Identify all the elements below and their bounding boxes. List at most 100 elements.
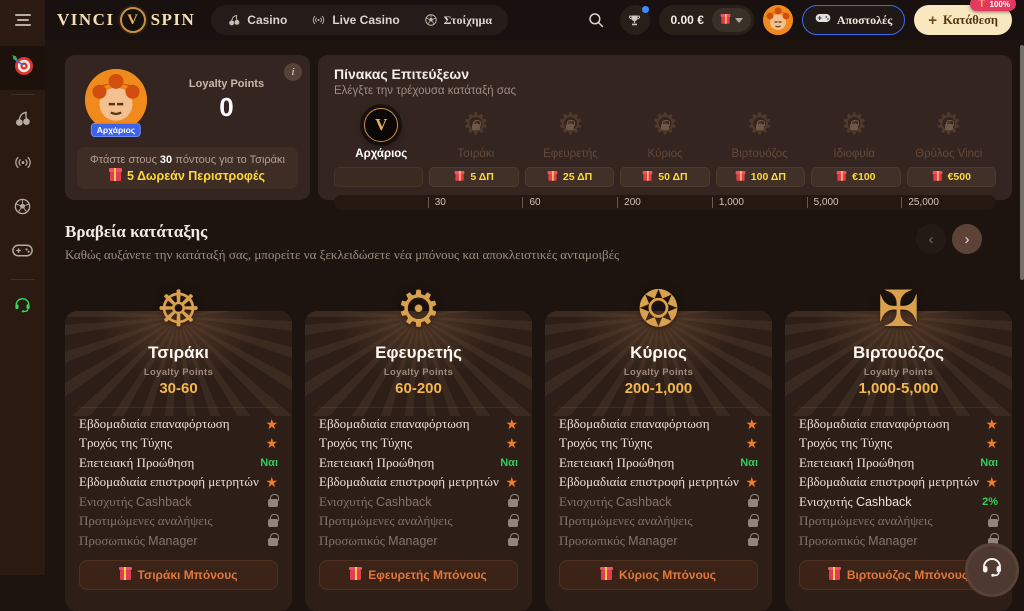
bonus-balance-dropdown[interactable] — [712, 8, 751, 32]
page-scrollbar[interactable] — [1020, 45, 1024, 280]
benefit-label: Εβδομαδιαία επαναφόρτωση — [79, 416, 230, 432]
benefit-row: Εβδομαδιαία επιστροφή μετρητών ★ — [79, 473, 278, 493]
benefit-list: Εβδομαδιαία επαναφόρτωση ★ Τροχός της Τύ… — [305, 414, 532, 551]
benefit-value: ★ — [745, 417, 758, 431]
rank-icon: V ⚙ — [557, 105, 584, 145]
benefit-label: Τροχός της Τύχης — [799, 435, 892, 451]
benefit-row: Ενισχυτής Cashback — [319, 492, 518, 512]
benefit-row: Ενισχυτής Cashback — [79, 492, 278, 512]
benefit-row: Επετειακή Προώθηση Ναι — [79, 453, 278, 473]
benefit-value: Ναι — [980, 457, 998, 469]
star-medal-icon: ✠ — [878, 280, 920, 338]
benefit-value: ★ — [745, 436, 758, 450]
benefit-list: Εβδομαδιαία επαναφόρτωση ★ Τροχός της Τύ… — [545, 414, 772, 551]
gift-icon — [933, 173, 941, 181]
benefit-row: Εβδομαδιαία επιστροφή μετρητών ★ — [559, 473, 758, 493]
benefit-row: Προτιμώμενες αναλήψεις — [79, 512, 278, 532]
nav-casino[interactable]: Casino — [217, 8, 297, 32]
deposit-button[interactable]: + Κατάθεση 100% — [914, 5, 1012, 35]
rank-name: Κύριος — [648, 148, 683, 160]
main-content: i Αρχάριος Loyalty Points 0 Φτάστε στους… — [45, 40, 1024, 575]
benefit-row: Τροχός της Τύχης ★ — [799, 434, 998, 454]
chevron-down-icon — [735, 18, 743, 23]
sidebar-item-sports[interactable] — [0, 187, 45, 231]
rank-reward-pill: 50 ΔΠ — [620, 167, 709, 187]
info-icon[interactable]: i — [284, 63, 302, 81]
card-rank-title: Εφευρετής — [305, 343, 532, 363]
benefit-value: ★ — [265, 475, 278, 489]
deposit-bonus-badge: 100% — [970, 0, 1016, 11]
benefit-row: Τροχός της Τύχης ★ — [319, 434, 518, 454]
benefit-label: Εβδομαδιαία επαναφόρτωση — [319, 416, 470, 432]
divider — [319, 407, 518, 408]
main-nav: Casino Live Casino Στοίχημα — [211, 5, 508, 35]
rank-icon: V ⚙ — [746, 105, 773, 145]
carousel-prev-button[interactable]: ‹ — [916, 224, 946, 254]
search-icon[interactable] — [581, 5, 611, 35]
user-avatar[interactable] — [763, 5, 793, 35]
benefit-value: Ναι — [740, 457, 758, 469]
rank-item: V ⚙ Βιρτουόζος — [712, 105, 807, 160]
progress-segment: 1,000 — [712, 197, 807, 208]
benefit-row: Προσωπικός Manager — [799, 531, 998, 551]
benefit-label: Ενισχυτής Cashback — [319, 494, 432, 510]
benefit-row: Εβδομαδιαία επαναφόρτωση ★ — [799, 414, 998, 434]
benefit-label: Ενισχυτής Cashback — [799, 494, 912, 510]
missions-label: Αποστολές — [837, 13, 892, 28]
benefit-row: Προσωπικός Manager — [559, 531, 758, 551]
rank-item: V ⚙ Κύριος — [618, 105, 713, 160]
benefit-label: Προσωπικός Manager — [559, 533, 678, 549]
benefit-value: ★ — [505, 417, 518, 431]
benefit-row: Επετειακή Προώθηση Ναι — [319, 453, 518, 473]
benefit-label: Επετειακή Προώθηση — [799, 455, 914, 471]
rank-item: V ⚙ Αρχάριος — [334, 105, 429, 160]
progress-segment: 60 — [522, 197, 617, 208]
rank-cards-carousel: ☸ Τσιράκι Loyalty Points 30-60 Εβδομαδια… — [65, 311, 1012, 611]
rank-reward-value: 50 ΔΠ — [658, 171, 687, 183]
benefit-row: Ενισχυτής Cashback 2% — [799, 492, 998, 512]
hamburger-menu-icon[interactable] — [0, 0, 45, 40]
nav-live-casino-label: Live Casino — [332, 13, 399, 27]
nav-live-casino[interactable]: Live Casino — [301, 8, 409, 32]
sidebar-item-games[interactable] — [0, 231, 45, 275]
benefit-label: Επετειακή Προώθηση — [319, 455, 434, 471]
gift-icon — [644, 173, 652, 181]
card-rank-title: Βιρτουόζος — [785, 343, 1012, 363]
rank-icon: V ⚙ — [462, 105, 489, 145]
sidebar-item-live-casino[interactable] — [0, 143, 45, 187]
avatar: Αρχάριος — [85, 69, 147, 131]
cherries-icon — [227, 13, 241, 27]
sidebar-item-support[interactable] — [0, 284, 45, 328]
benefit-row: Προτιμώμενες αναλήψεις — [559, 512, 758, 532]
benefit-label: Ενισχυτής Cashback — [559, 494, 672, 510]
deposit-badge-value: 100% — [990, 0, 1010, 9]
carousel-next-button[interactable]: › — [952, 224, 982, 254]
card-points-label: Loyalty Points — [65, 367, 292, 378]
card-rank-title: Κύριος — [545, 343, 772, 363]
v-emblem-icon: V — [120, 7, 146, 33]
rank-locked-gear-icon: ⚙ — [746, 110, 773, 140]
rank-card-tsiraki: ☸ Τσιράκι Loyalty Points 30-60 Εβδομαδια… — [65, 311, 292, 611]
sidebar-item-loyalty[interactable] — [0, 46, 45, 90]
benefit-label: Προσωπικός Manager — [799, 533, 918, 549]
missions-button[interactable]: Αποστολές — [802, 5, 905, 35]
rank-name: Θρύλος Vinci — [915, 148, 982, 160]
benefit-label: Προτιμώμενες αναλήψεις — [79, 513, 213, 529]
divider — [79, 407, 278, 408]
benefit-row: Εβδομαδιαία επιστροφή μετρητών ★ — [319, 473, 518, 493]
benefit-value: ★ — [505, 475, 518, 489]
vinci-spin-logo[interactable]: VINCI V SPIN — [57, 7, 195, 33]
rank-item: V ⚙ Θρύλος Vinci — [901, 105, 996, 160]
benefit-value: ★ — [505, 436, 518, 450]
benefit-label: Επετειακή Προώθηση — [79, 455, 194, 471]
tournaments-trophy-icon[interactable] — [620, 5, 650, 35]
sidebar-item-casino[interactable] — [0, 99, 45, 143]
balance-pill[interactable]: 0.00 € — [659, 5, 754, 35]
rank-item: V ⚙ Ιδιοφυία — [807, 105, 902, 160]
benefit-row: Προτιμώμενες αναλήψεις — [799, 512, 998, 532]
rank-locked-gear-icon: ⚙ — [462, 110, 489, 140]
card-points-range: 30-60 — [65, 380, 292, 397]
rank-reward-pill: 100 ΔΠ — [716, 167, 805, 187]
nav-sports[interactable]: Στοίχημα — [414, 8, 502, 32]
gamepad-icon — [815, 11, 831, 29]
